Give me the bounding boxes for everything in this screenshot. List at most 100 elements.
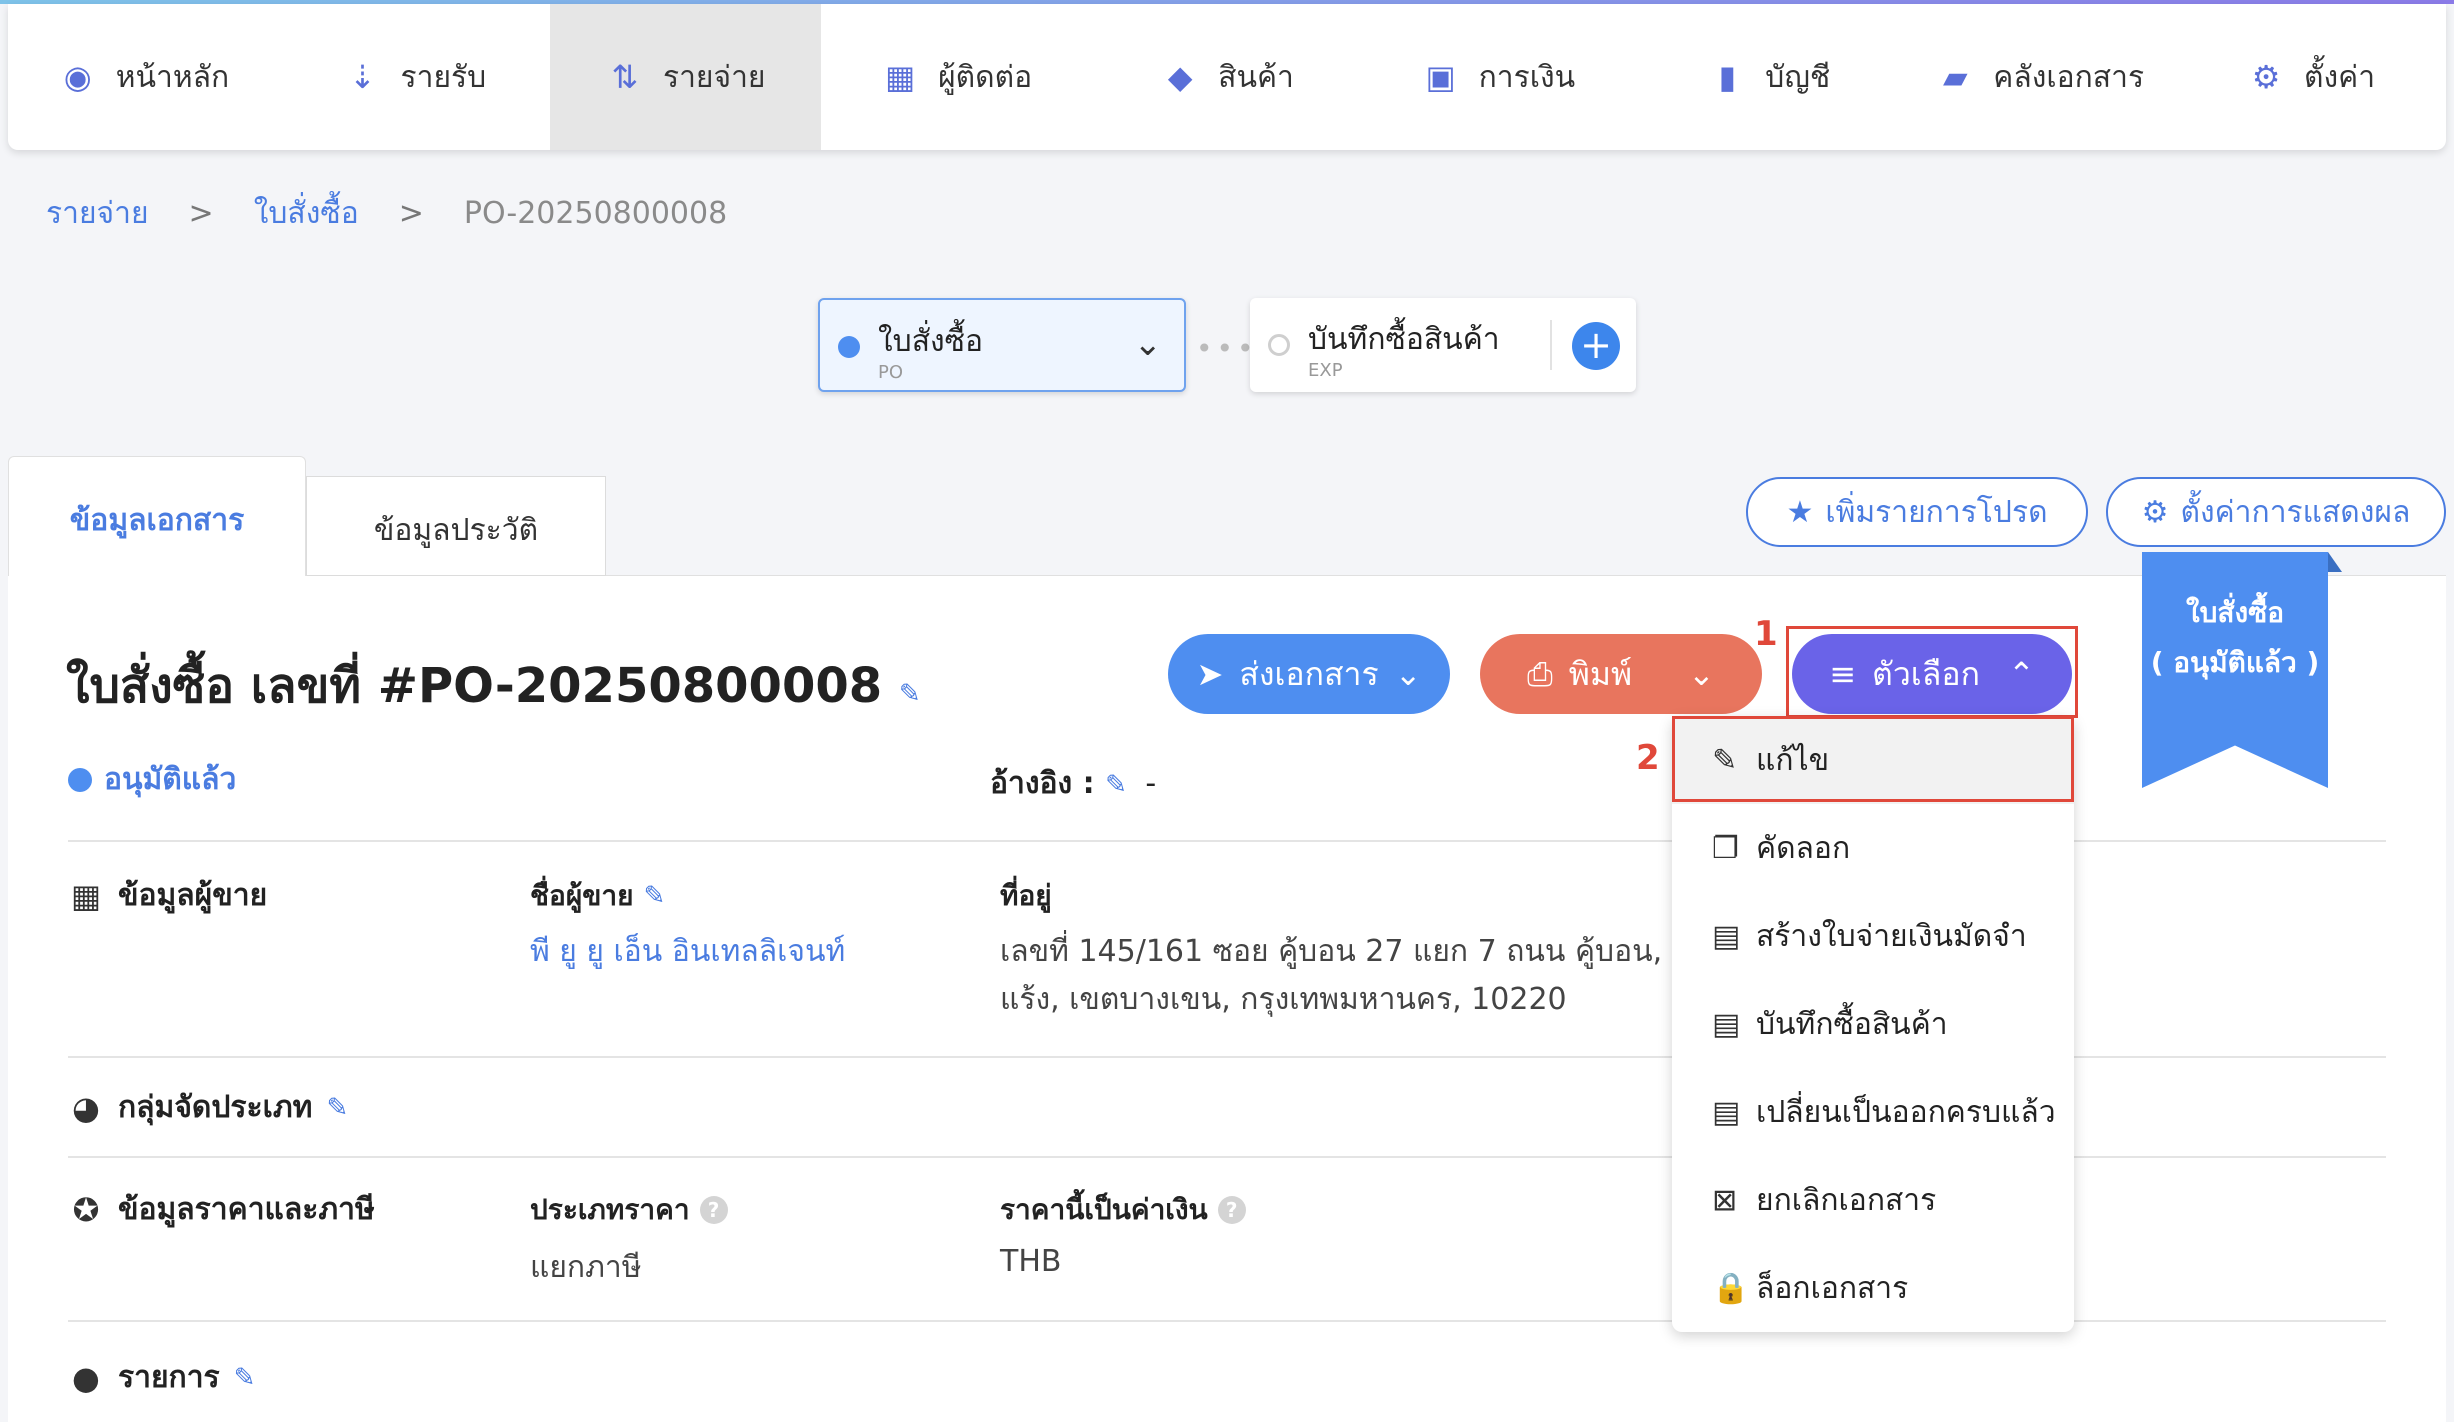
divider bbox=[2074, 1056, 2386, 1058]
folder-icon: ▰ bbox=[1942, 58, 1968, 96]
vendor-section-title: ข้อมูลผู้ขาย bbox=[118, 878, 268, 913]
nav-item-6[interactable]: ▮ บัญชี bbox=[1633, 4, 1904, 150]
breadcrumb-separator: > bbox=[398, 196, 424, 231]
chevron-down-icon[interactable]: ⌄ bbox=[1688, 655, 1715, 693]
percent-badge-icon: ✪ bbox=[72, 1190, 100, 1229]
pencil-icon[interactable]: ✎ bbox=[899, 679, 921, 709]
reference-label: อ้างอิง : bbox=[990, 766, 1095, 801]
display-settings-button[interactable]: ⚙ ตั้งค่าการแสดงผล bbox=[2106, 477, 2446, 547]
income-icon: ⇣ bbox=[349, 58, 376, 96]
currency-label: ราคานี้เป็นค่าเงิน bbox=[1000, 1193, 1208, 1226]
divider bbox=[68, 1056, 1672, 1058]
nav-item-label: รายรับ bbox=[400, 59, 487, 95]
nav-item-3[interactable]: ▦ ผู้ติดต่อ bbox=[821, 4, 1092, 150]
items-section-title: รายการ bbox=[118, 1360, 220, 1395]
document-icon: ▤ bbox=[1712, 918, 1741, 954]
breadcrumb-expense[interactable]: รายจ่าย bbox=[46, 190, 149, 237]
dropdown-item-2[interactable]: ▤ สร้างใบจ่ายเงินมัดจำ bbox=[1672, 892, 2074, 980]
pencil-icon[interactable]: ✎ bbox=[644, 881, 666, 911]
price-type-label-wrap: ประเภทราคา ? bbox=[530, 1188, 728, 1232]
nav-item-label: บัญชี bbox=[1765, 59, 1831, 95]
pricing-section-title: ข้อมูลราคาและภาษี bbox=[118, 1192, 375, 1227]
price-type-value: แยกภาษี bbox=[530, 1250, 642, 1285]
address-label: ที่อยู่ bbox=[1000, 879, 1052, 912]
paper-plane-icon: ➤ bbox=[1196, 655, 1224, 693]
nav-item-label: คลังเอกสาร bbox=[1993, 59, 2145, 95]
divider bbox=[2074, 1156, 2386, 1158]
pricing-section-heading: ✪ ข้อมูลราคาและภาษี bbox=[68, 1186, 375, 1233]
help-icon[interactable]: ? bbox=[1217, 1196, 1246, 1224]
workflow-exp-step[interactable]: บันทึกซื้อสินค้า EXP + bbox=[1250, 298, 1636, 392]
tab-history-info[interactable]: ข้อมูลประวัติ bbox=[306, 476, 606, 576]
highlight-box-edit bbox=[1672, 716, 2074, 802]
currency-value: THB bbox=[1000, 1244, 1062, 1279]
nav-item-label: ตั้งค่า bbox=[2304, 59, 2376, 95]
contacts-icon: ▦ bbox=[884, 58, 916, 96]
lock-icon: 🔒 bbox=[1712, 1270, 1750, 1306]
dropdown-item-label: เปลี่ยนเป็นออกครบแล้ว bbox=[1756, 1094, 2056, 1130]
pencil-icon[interactable]: ✎ bbox=[234, 1363, 256, 1393]
nav-item-label: การเงิน bbox=[1478, 59, 1576, 95]
nav-item-4[interactable]: ◆ สินค้า bbox=[1092, 4, 1363, 150]
dashboard-icon: ◉ bbox=[63, 58, 92, 96]
divider bbox=[2074, 1320, 2386, 1322]
add-expense-button[interactable]: + bbox=[1572, 322, 1620, 370]
nav-item-1[interactable]: ⇣ รายรับ bbox=[279, 4, 550, 150]
status-badge: อนุมัติแล้ว bbox=[68, 756, 236, 803]
dropdown-item-5[interactable]: ⊠ ยกเลิกเอกสาร bbox=[1672, 1156, 2074, 1244]
add-favorite-button[interactable]: ★ เพิ่มรายการโปรด bbox=[1746, 477, 2088, 547]
add-favorite-label: เพิ่มรายการโปรด bbox=[1825, 494, 2048, 530]
nav-item-7[interactable]: ▰ คลังเอกสาร bbox=[1904, 4, 2175, 150]
pencil-icon[interactable]: ✎ bbox=[1105, 770, 1127, 800]
expense-icon: ⇅ bbox=[611, 58, 639, 96]
star-icon: ★ bbox=[1786, 494, 1814, 530]
workflow-po-step[interactable]: ใบสั่งซื้อ PO ⌄ bbox=[818, 298, 1186, 392]
nav-item-5[interactable]: ▣ การเงิน bbox=[1362, 4, 1633, 150]
breadcrumb-purchase-order[interactable]: ใบสั่งซื้อ bbox=[254, 190, 359, 237]
dropdown-item-label: สร้างใบจ่ายเงินมัดจำ bbox=[1756, 918, 2027, 954]
help-icon[interactable]: ? bbox=[699, 1196, 728, 1224]
dropdown-item-1[interactable]: ❐ คัดลอก bbox=[1672, 804, 2074, 892]
product-icon: ◆ bbox=[1167, 58, 1193, 96]
vendor-name-label-wrap: ชื่อผู้ขาย ✎ bbox=[530, 874, 665, 918]
nav-item-label: ผู้ติดต่อ bbox=[938, 59, 1033, 95]
copy-icon: ❐ bbox=[1712, 830, 1739, 866]
workflow-exp-title: บันทึกซื้อสินค้า bbox=[1308, 322, 1500, 357]
reference-value: - bbox=[1145, 766, 1157, 801]
annotation-number-1: 1 bbox=[1754, 614, 1778, 654]
category-section-heading: ◕ กลุ่มจัดประเภท ✎ bbox=[68, 1084, 348, 1131]
document-title: ใบสั่งซื้อ เลขที่ #PO-20250800008 bbox=[66, 658, 883, 714]
print-button[interactable]: ⎙ พิมพ์ ⌄ bbox=[1480, 634, 1762, 714]
dropdown-item-3[interactable]: ▤ บันทึกซื้อสินค้า bbox=[1672, 980, 2074, 1068]
print-label: พิมพ์ bbox=[1568, 654, 1633, 693]
nav-item-8[interactable]: ⚙ ตั้งค่า bbox=[2175, 4, 2446, 150]
status-label: อนุมัติแล้ว bbox=[104, 762, 237, 797]
breadcrumb-current: PO-20250800008 bbox=[463, 196, 728, 231]
breadcrumb-separator: > bbox=[188, 196, 214, 231]
currency-label-wrap: ราคานี้เป็นค่าเงิน ? bbox=[1000, 1188, 1246, 1232]
nav-item-2[interactable]: ⇅ รายจ่าย bbox=[549, 4, 821, 150]
send-document-button[interactable]: ➤ ส่งเอกสาร ⌄ bbox=[1168, 634, 1450, 714]
chevron-down-icon: ⌄ bbox=[1394, 655, 1422, 693]
vendor-name-link[interactable]: พี ยู ยู เอ็น อินเทลลิเจนท์ bbox=[530, 928, 845, 975]
main-nav: ◉ หน้าหลัก ⇣ รายรับ ⇅ รายจ่าย ▦ ผู้ติดต่อ ◆ สินค้… bbox=[8, 4, 2446, 150]
nav-item-label: รายจ่าย bbox=[662, 59, 766, 95]
nav-item-0[interactable]: ◉ หน้าหลัก bbox=[8, 4, 279, 150]
dropdown-item-label: คัดลอก bbox=[1756, 830, 1851, 866]
price-type-label: ประเภทราคา bbox=[530, 1193, 690, 1226]
pie-chart-icon: ◕ bbox=[72, 1088, 100, 1127]
chevron-down-icon[interactable]: ⌄ bbox=[1134, 324, 1163, 364]
cancel-document-icon: ⊠ bbox=[1712, 1182, 1738, 1218]
pencil-icon[interactable]: ✎ bbox=[326, 1093, 348, 1123]
dropdown-item-6[interactable]: 🔒 ล็อกเอกสาร bbox=[1672, 1244, 2074, 1332]
page-title: ใบสั่งซื้อ เลขที่ #PO-20250800008 ✎ bbox=[66, 648, 921, 724]
accounting-icon: ▮ bbox=[1718, 58, 1737, 96]
dropdown-item-4[interactable]: ▤ เปลี่ยนเป็นออกครบแล้ว bbox=[1672, 1068, 2074, 1156]
tab-document-info[interactable]: ข้อมูลเอกสาร bbox=[8, 456, 306, 576]
workflow-exp-code: EXP bbox=[1308, 360, 1343, 381]
circle-icon: ● bbox=[72, 1358, 100, 1397]
annotation-number-2: 2 bbox=[1636, 738, 1660, 778]
ribbon-fold bbox=[2328, 552, 2342, 572]
gear-icon: ⚙ bbox=[2251, 58, 2281, 96]
po-status-dot bbox=[838, 336, 860, 358]
